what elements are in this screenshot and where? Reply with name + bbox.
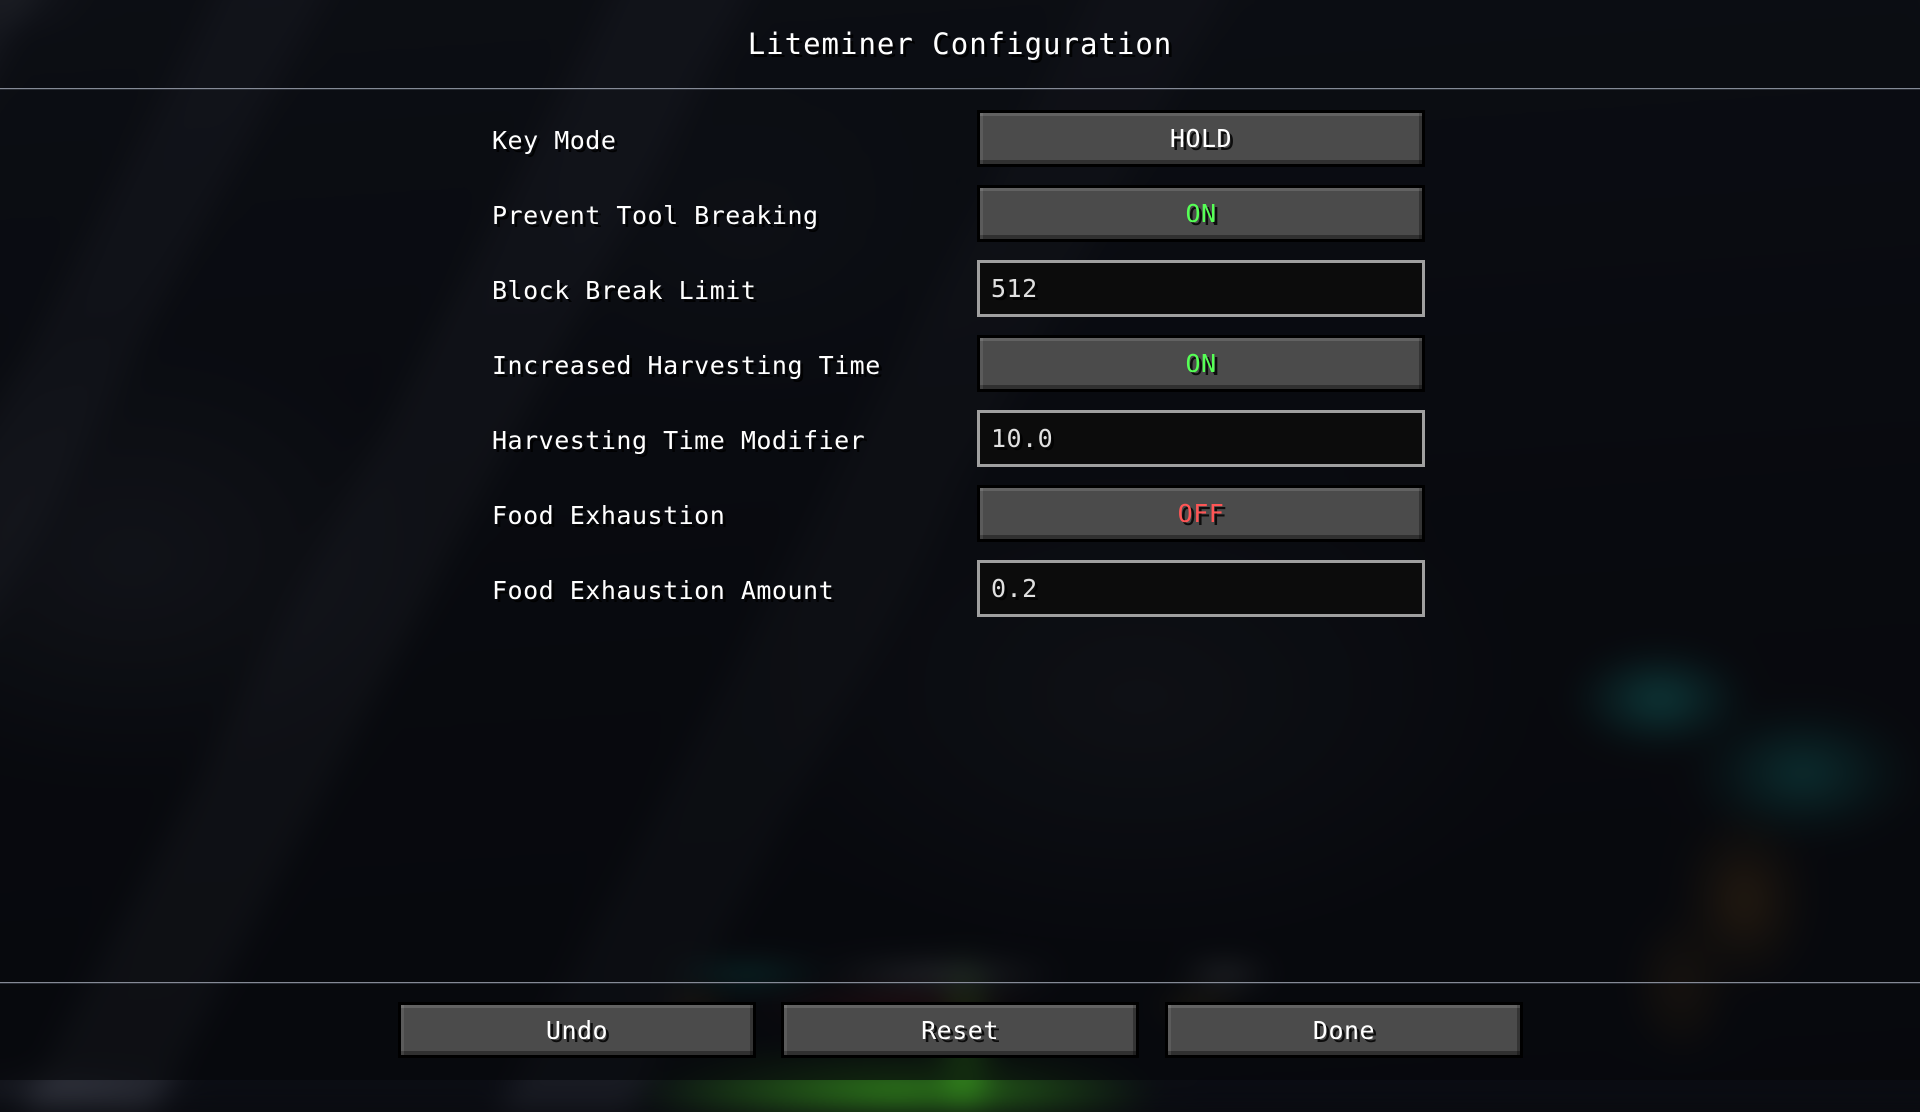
option-widget-food-exhaustion: OFF bbox=[977, 485, 1425, 542]
option-row-block-break-limit: Block Break Limit 512 bbox=[0, 254, 1920, 329]
option-row-key-mode: Key Mode HOLD bbox=[0, 104, 1920, 179]
option-widget-increased-harvesting-time: ON bbox=[977, 335, 1425, 392]
undo-button-label: Undo bbox=[546, 1016, 608, 1045]
option-widget-block-break-limit: 512 bbox=[977, 260, 1425, 317]
option-label-key-mode: Key Mode bbox=[492, 126, 616, 155]
reset-button-label: Reset bbox=[921, 1016, 999, 1045]
option-label-food-exhaustion: Food Exhaustion bbox=[492, 501, 725, 530]
option-widget-prevent-tool-breaking: ON bbox=[977, 185, 1425, 242]
screen-footer: Undo Reset Done bbox=[0, 1002, 1920, 1058]
option-row-increased-harvesting-time: Increased Harvesting Time ON bbox=[0, 329, 1920, 404]
reset-button[interactable]: Reset bbox=[781, 1002, 1139, 1058]
toggle-button-key-mode[interactable]: HOLD bbox=[977, 110, 1425, 167]
done-button[interactable]: Done bbox=[1165, 1002, 1523, 1058]
option-label-food-exhaustion-amount: Food Exhaustion Amount bbox=[492, 576, 834, 605]
undo-button[interactable]: Undo bbox=[398, 1002, 756, 1058]
option-widget-food-exhaustion-amount: 0.2 bbox=[977, 560, 1425, 617]
option-label-block-break-limit: Block Break Limit bbox=[492, 276, 756, 305]
done-button-label: Done bbox=[1313, 1016, 1375, 1045]
config-screen: Liteminer Configuration Key Mode HOLD Prev… bbox=[0, 0, 1920, 1080]
text-input-food-exhaustion-amount[interactable]: 0.2 bbox=[977, 560, 1425, 617]
toggle-value-increased-harvesting-time: ON bbox=[1185, 349, 1216, 378]
option-row-prevent-tool-breaking: Prevent Tool Breaking ON bbox=[0, 179, 1920, 254]
option-row-harvesting-time-modifier: Harvesting Time Modifier 10.0 bbox=[0, 404, 1920, 479]
toggle-value-key-mode: HOLD bbox=[1170, 124, 1232, 153]
option-label-increased-harvesting-time: Increased Harvesting Time bbox=[492, 351, 881, 380]
toggle-button-food-exhaustion[interactable]: OFF bbox=[977, 485, 1425, 542]
option-label-harvesting-time-modifier: Harvesting Time Modifier bbox=[492, 426, 865, 455]
header-divider bbox=[0, 88, 1920, 90]
toggle-value-prevent-tool-breaking: ON bbox=[1185, 199, 1216, 228]
option-row-food-exhaustion: Food Exhaustion OFF bbox=[0, 479, 1920, 554]
toggle-button-prevent-tool-breaking[interactable]: ON bbox=[977, 185, 1425, 242]
option-label-prevent-tool-breaking: Prevent Tool Breaking bbox=[492, 201, 819, 230]
toggle-button-increased-harvesting-time[interactable]: ON bbox=[977, 335, 1425, 392]
toggle-value-food-exhaustion: OFF bbox=[1178, 499, 1225, 528]
footer-divider bbox=[0, 982, 1920, 984]
options-list: Key Mode HOLD Prevent Tool Breaking ON Block… bbox=[0, 104, 1920, 629]
text-input-block-break-limit[interactable]: 512 bbox=[977, 260, 1425, 317]
text-input-value-block-break-limit: 512 bbox=[991, 274, 1038, 303]
text-input-value-harvesting-time-modifier: 10.0 bbox=[991, 424, 1053, 453]
option-widget-harvesting-time-modifier: 10.0 bbox=[977, 410, 1425, 467]
option-widget-key-mode: HOLD bbox=[977, 110, 1425, 167]
option-row-food-exhaustion-amount: Food Exhaustion Amount 0.2 bbox=[0, 554, 1920, 629]
page-title: Liteminer Configuration bbox=[0, 27, 1920, 61]
text-input-harvesting-time-modifier[interactable]: 10.0 bbox=[977, 410, 1425, 467]
screen-header: Liteminer Configuration bbox=[0, 0, 1920, 88]
text-input-value-food-exhaustion-amount: 0.2 bbox=[991, 574, 1038, 603]
